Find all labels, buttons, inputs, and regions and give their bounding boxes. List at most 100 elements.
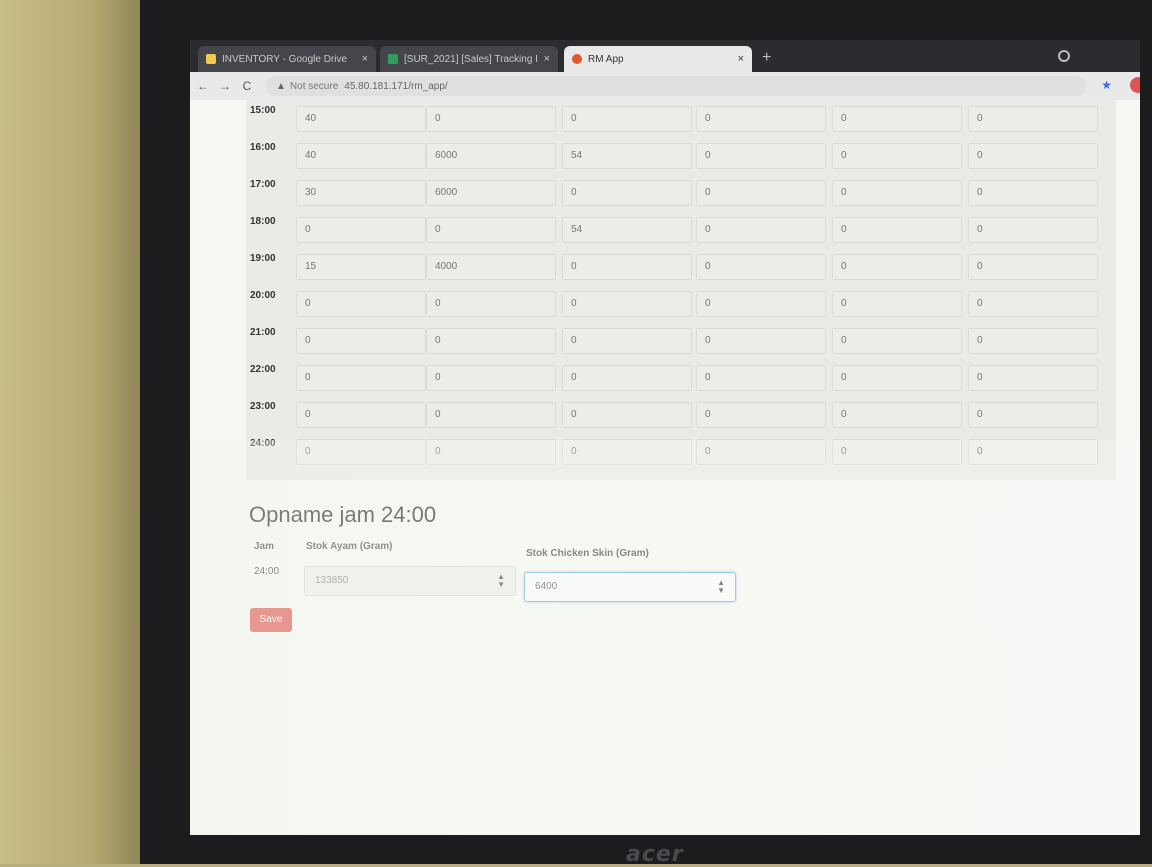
- value-input[interactable]: 0: [696, 365, 826, 391]
- close-tab-icon[interactable]: ×: [362, 53, 368, 65]
- value-input[interactable]: 0: [562, 106, 692, 132]
- sheets-icon: [388, 54, 398, 64]
- table-row: 16:00 40 6000 54 0 0 0: [246, 137, 1116, 174]
- table-row: 18:00 0 0 54 0 0 0: [246, 211, 1116, 248]
- value-input[interactable]: 0: [562, 328, 692, 354]
- value-input[interactable]: 0: [968, 291, 1098, 317]
- value-input[interactable]: 0: [968, 328, 1098, 354]
- value-input[interactable]: 0: [696, 439, 826, 465]
- value-input[interactable]: 0: [832, 439, 962, 465]
- value-input[interactable]: 0: [562, 291, 692, 317]
- value-input[interactable]: 0: [832, 365, 962, 391]
- jam-header: Jam: [254, 541, 275, 552]
- value-input[interactable]: 0: [968, 106, 1098, 132]
- value-input[interactable]: 15: [296, 254, 426, 280]
- value-input[interactable]: 0: [832, 254, 962, 280]
- value-input[interactable]: 54: [562, 217, 692, 243]
- value-input[interactable]: 0: [832, 402, 962, 428]
- value-input[interactable]: 0: [696, 328, 826, 354]
- close-tab-icon[interactable]: ×: [544, 53, 550, 65]
- not-secure-label: Not secure: [289, 80, 339, 92]
- value-input[interactable]: 0: [426, 402, 556, 428]
- hour-label: 17:00: [250, 179, 276, 190]
- value-input[interactable]: 0: [696, 291, 826, 317]
- stok-ayam-value: 133850: [315, 575, 349, 586]
- tab-tracking-sheet[interactable]: [SUR_2021] [Sales] Tracking Inven… ×: [380, 46, 558, 72]
- value-input[interactable]: 0: [832, 328, 962, 354]
- value-input[interactable]: 4000: [426, 254, 556, 280]
- reload-button[interactable]: C: [238, 79, 256, 93]
- value-input[interactable]: 0: [968, 217, 1098, 243]
- close-tab-icon[interactable]: ×: [738, 53, 744, 65]
- back-button[interactable]: ←: [194, 79, 212, 93]
- hour-label: 24:00: [250, 438, 276, 449]
- value-input[interactable]: 40: [296, 106, 426, 132]
- value-input[interactable]: 0: [696, 217, 826, 243]
- value-input[interactable]: 0: [426, 291, 556, 317]
- value-input[interactable]: 0: [562, 365, 692, 391]
- value-input[interactable]: 0: [696, 143, 826, 169]
- value-input[interactable]: 0: [832, 106, 962, 132]
- hour-label: 16:00: [250, 142, 276, 153]
- hour-label: 19:00: [250, 253, 276, 264]
- stok-ayam-input[interactable]: 133850 ▲ ▼: [304, 566, 516, 596]
- value-input[interactable]: 0: [296, 402, 426, 428]
- app-favicon-icon: [572, 54, 582, 64]
- value-input[interactable]: 0: [968, 402, 1098, 428]
- value-input[interactable]: 0: [696, 106, 826, 132]
- value-input[interactable]: 0: [696, 402, 826, 428]
- value-input[interactable]: 0: [832, 217, 962, 243]
- value-input[interactable]: 0: [832, 291, 962, 317]
- value-input[interactable]: 0: [968, 180, 1098, 206]
- value-input[interactable]: 0: [562, 402, 692, 428]
- value-input[interactable]: 6000: [426, 143, 556, 169]
- value-input[interactable]: 0: [296, 217, 426, 243]
- tab-inventory-drive[interactable]: INVENTORY - Google Drive ×: [198, 46, 376, 72]
- table-row: 24:00 0 0 0 0 0 0: [246, 433, 1116, 470]
- value-input[interactable]: 30: [296, 180, 426, 206]
- save-button[interactable]: Save: [250, 608, 292, 632]
- value-input[interactable]: 0: [562, 180, 692, 206]
- table-row: 19:00 15 4000 0 0 0 0: [246, 248, 1116, 285]
- profile-circle-icon[interactable]: [1058, 50, 1070, 62]
- value-input[interactable]: 0: [296, 328, 426, 354]
- spinner-icon[interactable]: ▲ ▼: [497, 573, 505, 589]
- value-input[interactable]: 54: [562, 143, 692, 169]
- value-input[interactable]: 0: [696, 254, 826, 280]
- value-input[interactable]: 0: [296, 291, 426, 317]
- value-input[interactable]: 0: [832, 180, 962, 206]
- value-input[interactable]: 0: [968, 439, 1098, 465]
- value-input[interactable]: 0: [696, 180, 826, 206]
- value-input[interactable]: 0: [968, 254, 1098, 280]
- table-row: 21:00 0 0 0 0 0 0: [246, 322, 1116, 359]
- page-title: Opname jam 24:00: [249, 502, 437, 527]
- stok-ayam-header: Stok Ayam (Gram): [306, 541, 393, 552]
- hour-label: 22:00: [250, 364, 276, 375]
- value-input[interactable]: 6000: [426, 180, 556, 206]
- value-input[interactable]: 0: [426, 106, 556, 132]
- value-input[interactable]: 0: [968, 143, 1098, 169]
- value-input[interactable]: 0: [426, 217, 556, 243]
- browser-toolbar: ← → C ▲ Not secure 45.80.181.171/rm_app/: [190, 72, 1140, 100]
- value-input[interactable]: 0: [426, 328, 556, 354]
- value-input[interactable]: 0: [968, 365, 1098, 391]
- avatar[interactable]: [1130, 77, 1140, 93]
- value-input[interactable]: 40: [296, 143, 426, 169]
- monitor-brand-logo: acer: [626, 842, 684, 867]
- tab-rm-app[interactable]: RM App ×: [564, 46, 752, 72]
- value-input[interactable]: 0: [296, 439, 426, 465]
- bookmark-star-icon[interactable]: ★: [1101, 78, 1112, 92]
- forward-button[interactable]: →: [216, 79, 234, 93]
- value-input[interactable]: 0: [426, 439, 556, 465]
- new-tab-button[interactable]: +: [762, 49, 771, 67]
- value-input[interactable]: 0: [562, 439, 692, 465]
- value-input[interactable]: 0: [832, 143, 962, 169]
- tab-strip: INVENTORY - Google Drive × [SUR_2021] [S…: [190, 40, 1140, 72]
- stok-chicken-skin-input[interactable]: 6400 ▲ ▼: [524, 572, 736, 602]
- value-input[interactable]: 0: [296, 365, 426, 391]
- value-input[interactable]: 0: [562, 254, 692, 280]
- value-input[interactable]: 0: [426, 365, 556, 391]
- warning-icon: ▲: [276, 80, 286, 92]
- address-bar[interactable]: ▲ Not secure 45.80.181.171/rm_app/: [266, 76, 1086, 96]
- spinner-icon[interactable]: ▲ ▼: [717, 579, 725, 595]
